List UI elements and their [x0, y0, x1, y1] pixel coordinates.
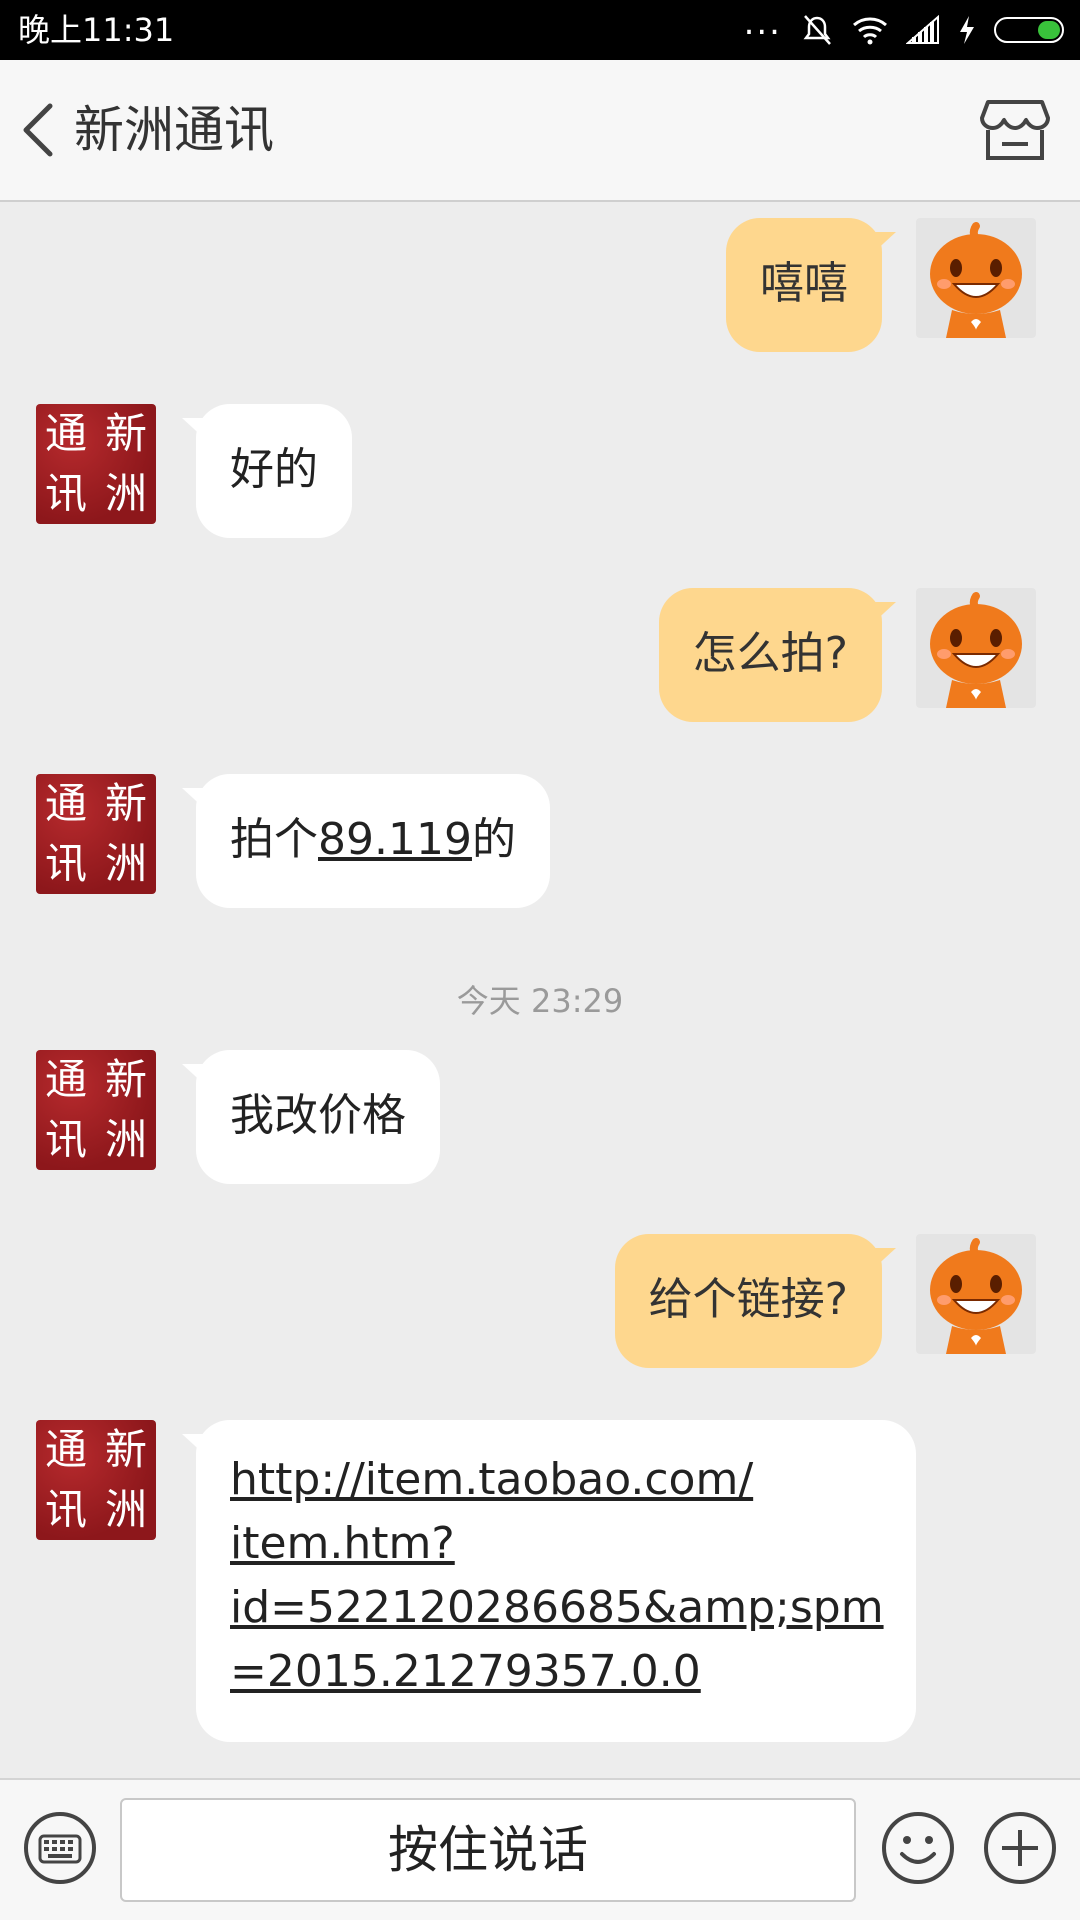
emoji-icon[interactable] — [880, 1810, 956, 1886]
avatar-char: 通 — [44, 1055, 87, 1104]
message-text: 我改价格 — [230, 1090, 406, 1141]
input-bar: 按住说话 — [0, 1778, 1080, 1920]
avatar-char: 洲 — [104, 1115, 147, 1164]
shop-avatar[interactable]: 通 新 讯 洲 — [36, 774, 156, 894]
message-bubble-in[interactable]: 我改价格 — [182, 1050, 440, 1184]
mascot-icon — [930, 1238, 1022, 1354]
message-bubble-out[interactable]: 怎么拍? — [658, 588, 897, 722]
shop-avatar[interactable]: 通 新 讯 洲 — [36, 404, 156, 524]
message-bubble-out[interactable]: 嘻嘻 — [726, 218, 896, 352]
avatar-char: 新 — [104, 1425, 147, 1474]
signal-icon — [906, 15, 939, 44]
avatar-char: 新 — [104, 1055, 147, 1104]
avatar-char: 洲 — [104, 1485, 147, 1534]
my-avatar[interactable] — [916, 218, 1036, 338]
battery-icon — [994, 17, 1064, 43]
avatar-char: 通 — [44, 1425, 87, 1474]
avatar-char: 通 — [44, 409, 87, 458]
message-text: 好的 — [230, 444, 318, 495]
avatar-char: 洲 — [104, 839, 147, 888]
mascot-icon — [930, 222, 1022, 338]
link-line[interactable]: =2015.21279357.0.0 — [230, 1640, 882, 1704]
avatar-char: 新 — [104, 779, 147, 828]
avatar-char: 通 — [44, 779, 87, 828]
timestamp: 今天 23:29 — [456, 982, 624, 1020]
plus-icon[interactable] — [982, 1810, 1058, 1886]
my-avatar[interactable] — [916, 588, 1036, 708]
message-bubble-in[interactable]: 好的 — [182, 404, 352, 538]
message-bubble-out[interactable]: 给个链接? — [614, 1234, 897, 1368]
status-time: 晚上11:31 — [18, 11, 175, 49]
chevron-left-icon[interactable] — [14, 100, 64, 160]
shop-avatar[interactable]: 通 新 讯 洲 — [36, 1420, 156, 1540]
product-link[interactable]: http://item.taobao.com/ item.htm? id=522… — [230, 1448, 884, 1704]
status-icons: ... — [744, 3, 1064, 50]
mascot-icon — [930, 592, 1022, 708]
price-link[interactable]: 89.119 — [318, 814, 472, 865]
avatar-char: 讯 — [44, 839, 87, 888]
hold-to-talk-button[interactable]: 按住说话 — [120, 1798, 856, 1902]
more-dots: ... — [743, 3, 782, 43]
link-line[interactable]: id=522120286685&amp;spm — [230, 1576, 884, 1640]
mute-icon — [803, 15, 831, 45]
status-bar: 晚上11:31 ... — [0, 0, 1080, 60]
avatar-char: 新 — [104, 409, 147, 458]
chat-title: 新洲通讯 — [74, 101, 274, 159]
message-text: 给个链接? — [648, 1274, 848, 1325]
message-bubble-in[interactable]: http://item.taobao.com/ item.htm? id=522… — [182, 1420, 916, 1742]
link-line[interactable]: item.htm? — [230, 1512, 882, 1576]
link-line[interactable]: http://item.taobao.com/ — [230, 1448, 882, 1512]
charging-icon — [960, 16, 974, 44]
shop-avatar[interactable]: 通 新 讯 洲 — [36, 1050, 156, 1170]
message-text: 拍个 — [230, 814, 318, 865]
avatar-char: 讯 — [44, 1485, 87, 1534]
keyboard-icon[interactable] — [22, 1810, 98, 1886]
my-avatar[interactable] — [916, 1234, 1036, 1354]
message-text: 嘻嘻 — [760, 258, 848, 309]
message-text: 的 — [471, 814, 516, 865]
wifi-icon — [853, 17, 887, 45]
avatar-char: 讯 — [44, 1115, 87, 1164]
store-icon[interactable] — [980, 96, 1050, 162]
message-text: 怎么拍? — [692, 628, 848, 679]
message-bubble-in[interactable]: 拍个89.119的 — [182, 774, 550, 908]
chat-header: 新洲通讯 — [0, 60, 1080, 202]
message-list[interactable]: 嘻嘻 通 新 讯 洲 好的 怎么拍? 通 新 讯 洲 拍个89.119的 今天 … — [0, 202, 1080, 1778]
avatar-char: 洲 — [104, 469, 147, 518]
avatar-char: 讯 — [44, 469, 87, 518]
